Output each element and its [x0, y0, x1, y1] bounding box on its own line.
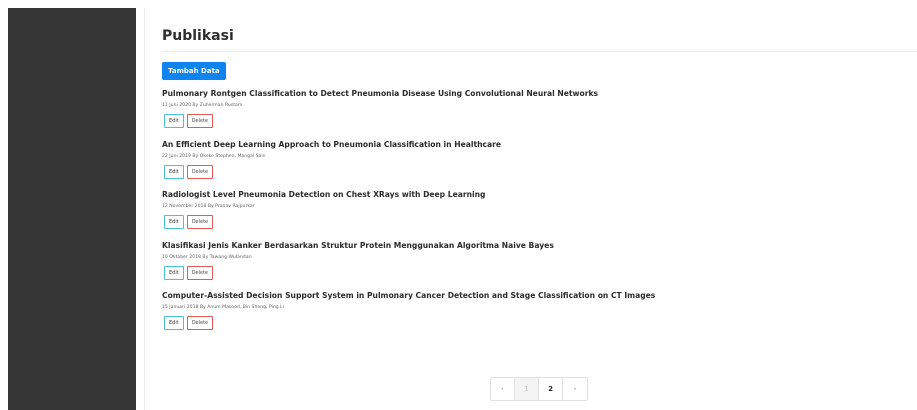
- publication-actions: Edit Delete: [164, 164, 214, 179]
- sidebar: [8, 8, 136, 410]
- page-title: Publikasi: [162, 28, 234, 44]
- publication-title[interactable]: Pulmonary Rontgen Classification to Dete…: [162, 89, 598, 98]
- edit-button[interactable]: Edit: [164, 265, 184, 280]
- publication-actions: Edit Delete: [164, 265, 214, 280]
- delete-button[interactable]: Delete: [186, 265, 214, 280]
- delete-button[interactable]: Delete: [186, 215, 214, 229]
- delete-button[interactable]: Delete: [186, 316, 214, 330]
- publication-meta: 15 Januari 2018 By Anum Masood, Bin Shen…: [162, 305, 285, 310]
- publication-actions: Edit Delete: [164, 114, 214, 128]
- pagination: ‹ 1 2 ›: [490, 377, 588, 401]
- publication-item: Klasifikasi Jenis Kanker Berdasarkan Str…: [162, 241, 902, 292]
- publication-item: Pulmonary Rontgen Classification to Dete…: [162, 89, 902, 140]
- publication-title[interactable]: An Efficient Deep Learning Approach to P…: [162, 140, 501, 149]
- publication-title[interactable]: Klasifikasi Jenis Kanker Berdasarkan Str…: [162, 241, 554, 250]
- publication-meta: 12 November 2018 By Pranav Rajpurkar: [162, 204, 255, 209]
- pagination-next-button[interactable]: ›: [563, 378, 587, 400]
- edit-button[interactable]: Edit: [164, 316, 184, 330]
- edit-button[interactable]: Edit: [164, 114, 184, 128]
- publication-list: Pulmonary Rontgen Classification to Dete…: [162, 89, 902, 342]
- publication-item: An Efficient Deep Learning Approach to P…: [162, 140, 902, 191]
- page-margin: [0, 0, 8, 410]
- publication-meta: 22 Juni 2019 By Okeke Stephen, Mangal Sa…: [162, 153, 266, 159]
- pagination-page-2[interactable]: 2: [539, 378, 563, 400]
- publication-item: Computer-Assisted Decision Support Syste…: [162, 291, 902, 342]
- publication-actions: Edit Delete: [164, 215, 214, 229]
- delete-button[interactable]: Delete: [186, 114, 214, 128]
- publication-title[interactable]: Radiologist Level Pneumonia Detection on…: [162, 190, 485, 199]
- publication-meta: 11 Juni 2020 By Zuherman Rustam: [162, 103, 243, 108]
- publication-title[interactable]: Computer-Assisted Decision Support Syste…: [162, 291, 655, 300]
- edit-button[interactable]: Edit: [164, 164, 184, 179]
- publication-meta: 10 Oktober 2018 By Tawang Wulandari: [162, 254, 252, 260]
- delete-button[interactable]: Delete: [186, 164, 214, 179]
- main-content: Publikasi Tambah Data Pulmonary Rontgen …: [144, 8, 917, 410]
- publication-item: Radiologist Level Pneumonia Detection on…: [162, 190, 902, 241]
- pagination-prev-button[interactable]: ‹: [491, 378, 515, 400]
- add-data-button[interactable]: Tambah Data: [162, 62, 226, 80]
- title-divider: [162, 51, 917, 52]
- edit-button[interactable]: Edit: [164, 215, 184, 229]
- publication-actions: Edit Delete: [164, 316, 214, 330]
- pagination-page-1[interactable]: 1: [515, 378, 539, 400]
